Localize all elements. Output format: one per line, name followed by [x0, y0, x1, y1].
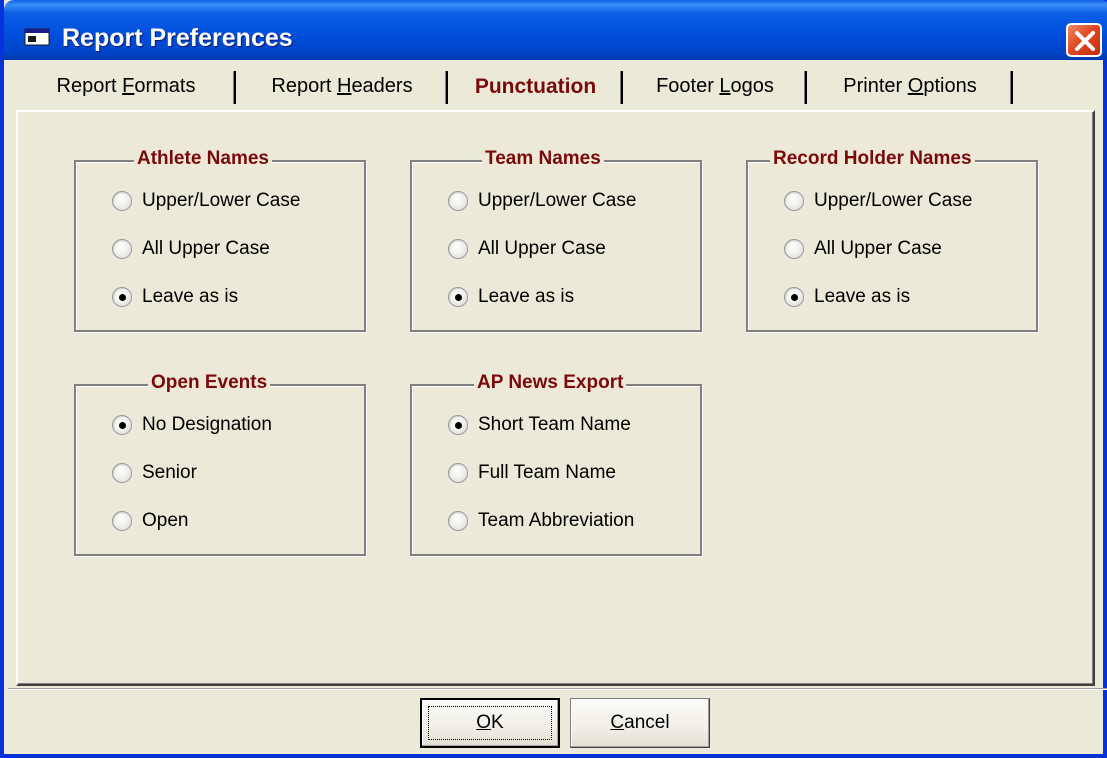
tab-label: ogos	[730, 75, 774, 97]
group-open-events: Open Events No Designation Senior Open	[74, 372, 366, 556]
option-label: Leave as is	[814, 286, 911, 307]
tab-label: ormats	[134, 75, 196, 97]
radio-button-icon[interactable]	[448, 463, 468, 483]
group-title: Athlete Names	[134, 148, 272, 170]
tab-accelerator: F	[122, 75, 135, 97]
option-label: Senior	[142, 462, 197, 483]
tab-accelerator: P	[474, 75, 489, 98]
tab-separator	[1010, 71, 1013, 104]
option-label: Leave as is	[142, 286, 239, 307]
tab-accelerator: H	[336, 75, 352, 97]
tab-report-formats[interactable]: Report Formats	[16, 68, 236, 108]
radio-athlete-leave-as-is[interactable]: Leave as is	[112, 284, 238, 310]
radio-athlete-all-upper[interactable]: All Upper Case	[112, 236, 270, 262]
radio-button-icon[interactable]	[112, 287, 132, 307]
tab-label: Footer	[656, 75, 720, 97]
radio-button-icon[interactable]	[448, 239, 468, 259]
radio-record-all-upper[interactable]: All Upper Case	[784, 236, 942, 262]
radio-record-leave-as-is[interactable]: Leave as is	[784, 284, 910, 310]
option-label: All Upper Case	[814, 238, 942, 259]
radio-button-icon[interactable]	[784, 239, 804, 259]
button-label: Cancel	[610, 712, 669, 734]
radio-team-leave-as-is[interactable]: Leave as is	[448, 284, 574, 310]
tab-punctuation[interactable]: Punctuation	[448, 68, 623, 108]
focus-rectangle	[428, 706, 552, 740]
title-bar[interactable]: Report Preferences	[4, 0, 1107, 60]
cancel-button[interactable]: Cancel	[570, 698, 710, 748]
tab-printer-options[interactable]: Printer Options	[807, 68, 1013, 108]
tab-label: eaders	[351, 75, 413, 97]
tab-strip: Report Formats Report Headers Punctuatio…	[16, 68, 1016, 110]
option-label: Full Team Name	[478, 462, 616, 483]
tab-accelerator: O	[907, 75, 924, 97]
radio-open-senior[interactable]: Senior	[112, 460, 197, 486]
radio-button-icon[interactable]	[112, 511, 132, 531]
button-accelerator: C	[610, 712, 625, 733]
button-label-rest: ancel	[624, 712, 670, 733]
option-label: Upper/Lower Case	[814, 190, 973, 211]
close-icon	[1075, 31, 1095, 51]
radio-button-icon[interactable]	[448, 191, 468, 211]
radio-button-icon[interactable]	[784, 191, 804, 211]
radio-button-icon[interactable]	[448, 415, 468, 435]
group-title: Open Events	[148, 372, 271, 394]
tab-label: Report	[271, 75, 337, 97]
group-title: Team Names	[482, 148, 604, 170]
option-label: Leave as is	[478, 286, 575, 307]
option-label: Upper/Lower Case	[142, 190, 301, 211]
radio-team-upper-lower[interactable]: Upper/Lower Case	[448, 188, 636, 214]
option-label: All Upper Case	[142, 238, 270, 259]
tab-accelerator: L	[719, 75, 731, 97]
radio-button-icon[interactable]	[112, 415, 132, 435]
group-ap-news-export: AP News Export Short Team Name Full Team…	[410, 372, 702, 556]
close-button[interactable]	[1066, 23, 1102, 57]
radio-ap-short-team-name[interactable]: Short Team Name	[448, 412, 631, 438]
option-label: All Upper Case	[478, 238, 606, 259]
option-label: Upper/Lower Case	[478, 190, 637, 211]
radio-ap-full-team-name[interactable]: Full Team Name	[448, 460, 616, 486]
radio-record-upper-lower[interactable]: Upper/Lower Case	[784, 188, 972, 214]
group-athlete-names: Athlete Names Upper/Lower Case All Upper…	[74, 148, 366, 332]
tab-label: ptions	[923, 75, 977, 97]
group-team-names: Team Names Upper/Lower Case All Upper Ca…	[410, 148, 702, 332]
ok-button[interactable]: OK	[420, 698, 560, 748]
radio-button-icon[interactable]	[784, 287, 804, 307]
tab-label: Report	[56, 75, 123, 97]
radio-athlete-upper-lower[interactable]: Upper/Lower Case	[112, 188, 300, 214]
tab-footer-logos[interactable]: Footer Logos	[623, 68, 807, 108]
group-title: AP News Export	[474, 372, 627, 394]
group-record-holder-names: Record Holder Names Upper/Lower Case All…	[746, 148, 1038, 332]
option-label: Short Team Name	[478, 414, 631, 435]
radio-open-no-designation[interactable]: No Designation	[112, 412, 272, 438]
option-label: No Designation	[142, 414, 272, 435]
dialog-window: Report Preferences Report Formats Report…	[0, 0, 1107, 758]
option-label: Team Abbreviation	[478, 510, 635, 531]
group-title: Record Holder Names	[770, 148, 975, 170]
radio-button-icon[interactable]	[112, 239, 132, 259]
radio-open-open[interactable]: Open	[112, 508, 188, 534]
tab-panel-punctuation: Athlete Names Upper/Lower Case All Upper…	[16, 110, 1095, 686]
radio-button-icon[interactable]	[448, 511, 468, 531]
radio-ap-team-abbreviation[interactable]: Team Abbreviation	[448, 508, 634, 534]
option-label: Open	[142, 510, 189, 531]
window-title: Report Preferences	[62, 24, 293, 52]
tab-report-headers[interactable]: Report Headers	[236, 68, 448, 108]
app-icon	[24, 28, 50, 46]
tab-label: unctuation	[488, 75, 597, 98]
radio-button-icon[interactable]	[112, 191, 132, 211]
tab-label: Printer	[843, 75, 908, 97]
radio-button-icon[interactable]	[448, 287, 468, 307]
radio-team-all-upper[interactable]: All Upper Case	[448, 236, 606, 262]
footer-divider	[8, 688, 1107, 690]
radio-button-icon[interactable]	[112, 463, 132, 483]
